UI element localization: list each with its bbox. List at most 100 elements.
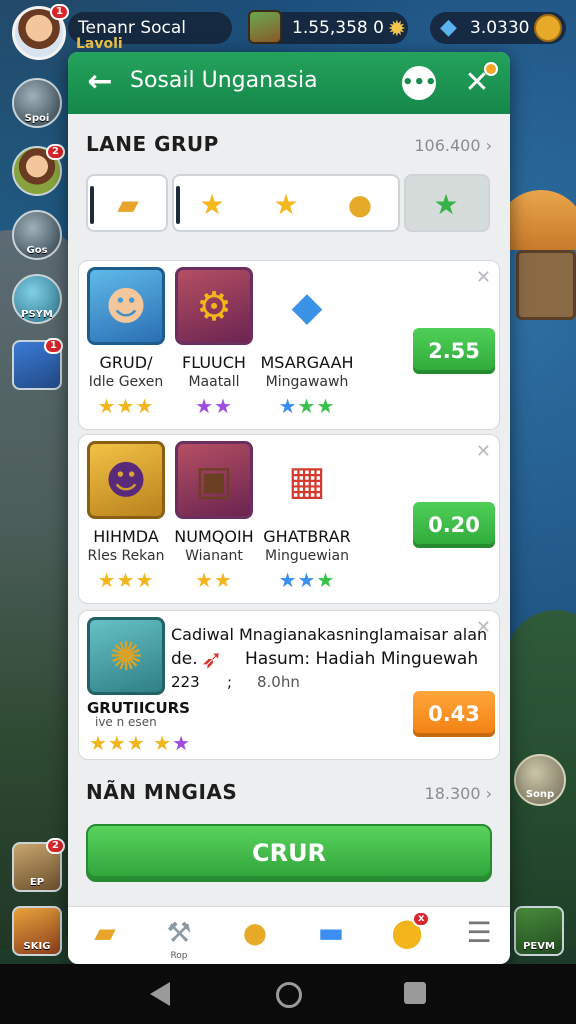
side-button-spoi[interactable]: Spoi: [12, 78, 62, 128]
bottom-bar-badge: x: [412, 911, 431, 927]
star-icon: ★: [273, 188, 299, 221]
dumbbell-icon[interactable]: ⚒ Rop: [156, 913, 202, 961]
avatar-badge: 1: [50, 4, 69, 20]
filter-divider: [90, 186, 94, 224]
character-icon: ☻: [87, 267, 165, 345]
blue-item-icon[interactable]: ▬: [308, 913, 354, 959]
dismiss-icon[interactable]: ✕: [476, 267, 491, 288]
offer-description-prefix: de.: [171, 649, 198, 669]
notification-dot: [484, 62, 498, 76]
primary-action-button[interactable]: CRUR: [86, 824, 492, 882]
ticket-icon: ▰: [117, 188, 139, 221]
side-button-psym[interactable]: PSYM: [12, 274, 62, 324]
filter-ticket[interactable]: ▰: [86, 174, 168, 232]
section-value-lane-grup[interactable]: 106.400 ›: [414, 136, 492, 155]
offer-description: Cadiwal Mnagianakasninglamaisar alan: [171, 625, 488, 644]
item-name: GHATBRAR: [263, 527, 351, 546]
menu-list-icon[interactable]: ☰: [456, 913, 502, 959]
dismiss-icon[interactable]: ✕: [476, 441, 491, 462]
diamond-icon: ◆: [440, 15, 457, 40]
side-button-label: PSYM: [21, 309, 53, 320]
buy-button[interactable]: 2.55: [413, 328, 495, 374]
item-sub: Wianant: [185, 548, 243, 564]
left-bottom-label: SKIG: [23, 941, 51, 952]
coin-icon: ●: [347, 188, 373, 221]
star-rating: ★★: [195, 568, 233, 592]
right-side-label: Sonp: [525, 789, 555, 800]
filter-green-star[interactable]: ★: [404, 174, 490, 232]
side-button-gos[interactable]: Gos: [12, 210, 62, 260]
system-navigation-bar: [0, 964, 576, 1024]
item-name: NUMQOIH: [174, 527, 254, 546]
back-nav-icon[interactable]: [150, 982, 170, 1006]
rocket-icon: ➶: [201, 645, 223, 675]
panel-title: Sosail Unganasia: [130, 68, 318, 93]
left-bottom-label: EP: [29, 877, 45, 888]
item-name: FLUUCH: [182, 353, 246, 372]
offer-item[interactable]: ◆ MSARGAAH Mingawawh ★★★: [257, 267, 357, 418]
offer-description-text: Hasum: Hadiah Minguewah: [245, 649, 479, 669]
section-value-text: 106.400: [414, 136, 481, 155]
offer-card-1: ✕ ☻ GRUD/ Idle Gexen ★★★ ⚙ FLUUCH Maatal…: [78, 260, 500, 430]
section-title-nan-mngias: NÃN MNGIAS: [86, 780, 238, 804]
coin-icon: [534, 14, 562, 42]
section-value-nan-mngias[interactable]: 18.300 ›: [425, 784, 492, 803]
back-arrow-icon[interactable]: ←: [82, 64, 118, 100]
gadget-icon: ⚙: [175, 267, 253, 345]
offer-item[interactable]: ▣ NUMQOIH Wianant ★★: [171, 441, 257, 592]
offer-item[interactable]: ☻ GRUD/ Idle Gexen ★★★: [83, 267, 169, 418]
left-bottom-badge: 2: [46, 838, 65, 854]
crate-icon: [248, 10, 282, 44]
ticket-icon[interactable]: ▰: [82, 913, 128, 959]
item-name: MSARGAAH: [260, 353, 354, 372]
filter-row: ▰ ★ ★ ● ★: [86, 174, 490, 234]
star-icon: ★: [199, 188, 225, 221]
resource-counter-2[interactable]: ◆ 3.0330: [430, 12, 566, 44]
gem-icon: ◆: [291, 284, 323, 330]
social-panel: ← Sosail Unganasia ••• ✕ LANE GRUP 106.4…: [68, 52, 510, 964]
offer-item[interactable]: ▦ GHATBRAR Minguewian ★★★: [257, 441, 357, 592]
section-value-text: 18.300: [424, 784, 481, 803]
green-star-icon: ★: [433, 188, 459, 221]
side-badge-2: 2: [46, 144, 65, 160]
star-rating: ★★★: [278, 394, 336, 418]
filter-stars-coin[interactable]: ★ ★ ●: [172, 174, 400, 232]
chat-icon[interactable]: •••: [402, 66, 437, 100]
right-side-sonp-button[interactable]: Sonp: [514, 754, 566, 806]
side-badge-1: 1: [44, 338, 63, 354]
item-sub: Idle Gexen: [88, 374, 164, 390]
device-icon: ▣: [175, 441, 253, 519]
buy-button[interactable]: 0.43: [413, 691, 495, 737]
right-bottom-pevm-button[interactable]: PEVM: [514, 906, 564, 956]
right-bottom-label: PEVM: [523, 941, 555, 952]
item-sub: Maatall: [188, 374, 240, 390]
offer-item[interactable]: ⚙ FLUUCH Maatall ★★: [171, 267, 257, 418]
star-rating: ★★★: [97, 568, 155, 592]
left-bottom-skig-button[interactable]: SKIG: [12, 906, 62, 956]
offer-count: 223: [171, 673, 200, 691]
buy-button[interactable]: 0.20: [413, 502, 495, 548]
recents-nav-icon[interactable]: [404, 982, 426, 1004]
item-sub: Mingawawh: [265, 374, 349, 390]
bottom-bar-label: Rop: [170, 951, 188, 961]
gear-coin-icon: ✹: [387, 17, 406, 42]
resource-counter-1[interactable]: 1.55,358 0 ✹: [248, 10, 408, 44]
side-button-label: Gos: [26, 245, 48, 256]
item-sub: Rles Rekan: [87, 548, 165, 564]
character-icon: ☻: [87, 441, 165, 519]
offer-separator: ;: [227, 673, 233, 691]
machine-icon: ✺: [87, 617, 165, 695]
offer-item[interactable]: ☻ HIHMDA Rles Rekan ★★★: [83, 441, 169, 592]
resource-1-value: 1.55,358 0: [292, 18, 384, 38]
filter-divider: [176, 186, 180, 224]
offer-timer: 8.0hn: [257, 673, 300, 691]
coin-icon[interactable]: ●: [232, 913, 278, 959]
item-name: HIHMDA: [93, 527, 159, 546]
home-nav-icon[interactable]: [276, 982, 302, 1008]
star-rating: ★★★ ★★: [89, 731, 192, 755]
section-title-lane-grup: LANE GRUP: [86, 132, 219, 156]
offer-item[interactable]: ✺: [83, 617, 169, 695]
item-sub: Minguewian: [264, 548, 349, 564]
special-offer-card: ✕ ✺ Cadiwal Mnagianakasninglamaisar alan…: [78, 610, 500, 760]
wooden-dock: [516, 250, 576, 320]
